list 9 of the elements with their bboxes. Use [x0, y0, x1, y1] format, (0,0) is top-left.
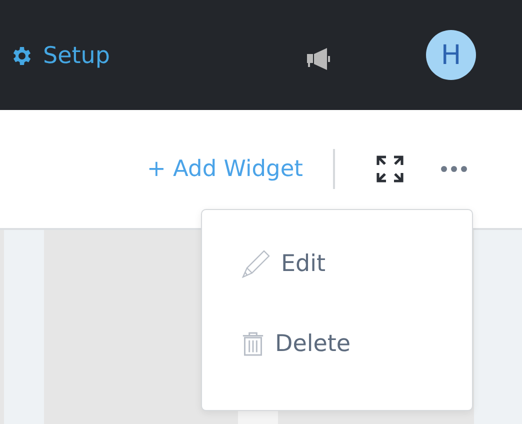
- setup-link[interactable]: Setup: [10, 43, 110, 69]
- more-icon[interactable]: [440, 165, 468, 173]
- expand-icon[interactable]: [376, 155, 404, 183]
- menu-item[interactable]: Delete: [242, 330, 351, 358]
- menu-item[interactable]: Edit: [242, 250, 326, 278]
- trash-icon: [242, 330, 264, 358]
- pencil-icon: [242, 250, 270, 278]
- avatar[interactable]: H: [426, 30, 476, 80]
- add-widget-button[interactable]: + Add Widget: [147, 156, 303, 182]
